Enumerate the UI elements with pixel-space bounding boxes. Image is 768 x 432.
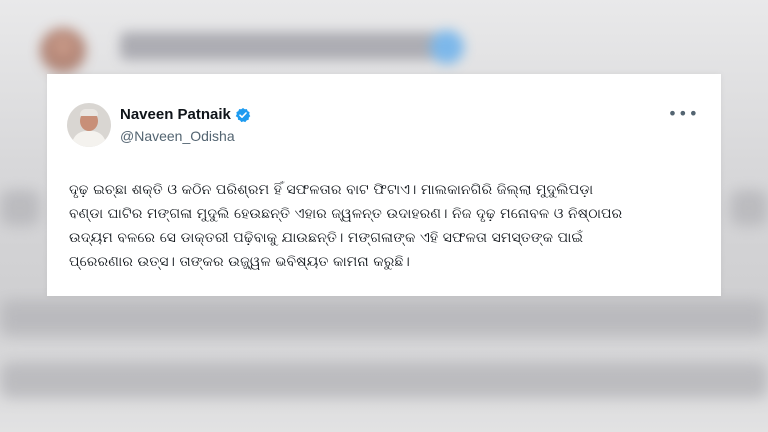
blurred-text-fragment bbox=[730, 190, 768, 226]
author-name-row: Naveen Patnaik bbox=[120, 106, 251, 123]
blurred-text-line bbox=[0, 362, 768, 398]
tweet-text-line: ପ୍ରେରଣାର ଉତ୍ସ। ତାଙ୍କର ଉଜ୍ଜ୍ୱଳ ଭବିଷ୍ୟତ କା… bbox=[69, 254, 410, 270]
author-handle[interactable]: @Naveen_Odisha bbox=[120, 128, 235, 144]
blurred-avatar bbox=[40, 28, 86, 74]
blurred-text-fragment bbox=[0, 190, 40, 226]
author-name[interactable]: Naveen Patnaik bbox=[120, 106, 231, 123]
tweet-card: Naveen Patnaik @Naveen_Odisha ••• ଦୃଢ଼ ଇ… bbox=[47, 74, 721, 296]
author-avatar[interactable] bbox=[67, 103, 111, 147]
more-options-icon[interactable]: ••• bbox=[668, 104, 699, 123]
blurred-name bbox=[120, 32, 440, 60]
blurred-background-header bbox=[30, 22, 590, 82]
tweet-text-line: ଉଦ୍ୟମ ବଳରେ ସେ ଡାକ୍ତରୀ ପଢ଼ିବାକୁ ଯାଉଛନ୍ତି।… bbox=[69, 230, 584, 246]
blurred-text-line bbox=[0, 300, 768, 336]
tweet-text-line: ବଣ୍ଡା ଘାଟିର ମଙ୍ଗଳା ମୁଦୁଲି ହେଉଛନ୍ତି ଏହାର … bbox=[69, 206, 623, 222]
avatar-hair bbox=[80, 109, 98, 116]
screenshot-stage: Naveen Patnaik @Naveen_Odisha ••• ଦୃଢ଼ ଇ… bbox=[0, 0, 768, 432]
tweet-text-line: ଦୃଢ଼ ଇଚ୍ଛା ଶକ୍ତି ଓ କଠିନ ପରିଶ୍ରମ ହିଁ ସଫଳତ… bbox=[69, 182, 594, 198]
avatar-shirt bbox=[72, 131, 106, 147]
blurred-verified-icon bbox=[430, 30, 464, 64]
verified-badge-icon[interactable] bbox=[235, 107, 251, 123]
tweet-text: ଦୃଢ଼ ଇଚ୍ଛା ଶକ୍ତି ଓ କଠିନ ପରିଶ୍ରମ ହିଁ ସଫଳତ… bbox=[69, 178, 705, 274]
